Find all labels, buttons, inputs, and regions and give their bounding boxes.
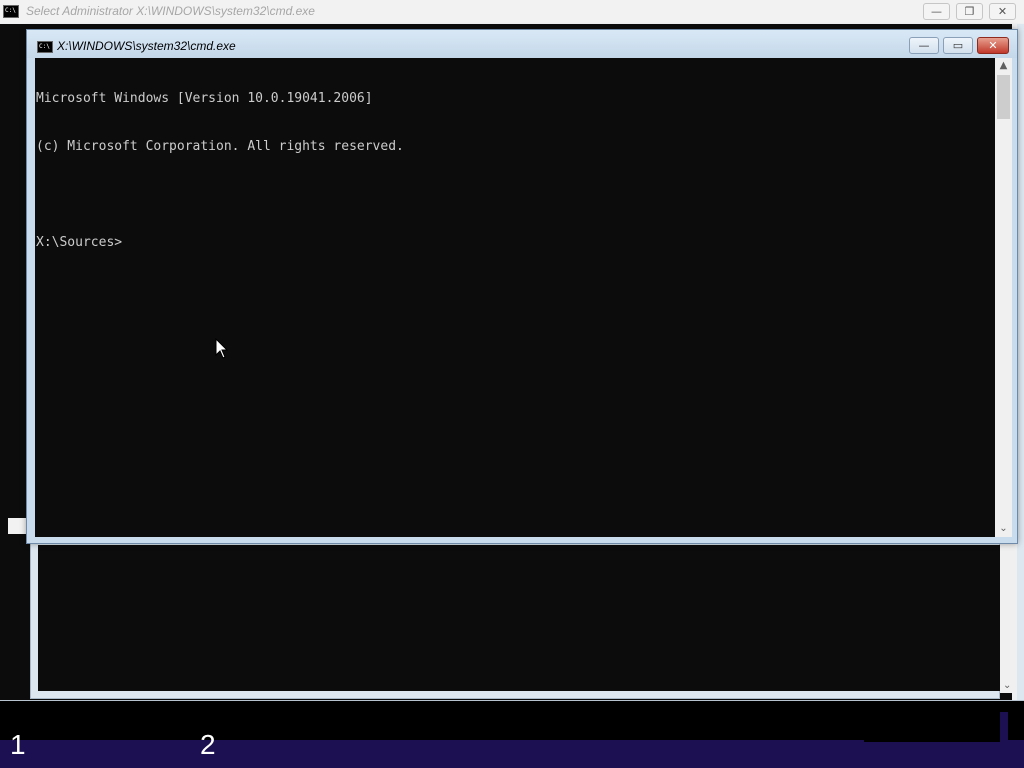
background-window-border: [1017, 24, 1024, 700]
background-minimize-button[interactable]: —: [923, 3, 950, 20]
screen-artifact: [8, 518, 28, 534]
mouse-pointer-icon: [215, 338, 229, 359]
bottom-label-1: 1: [10, 729, 26, 760]
minimize-icon: —: [918, 39, 930, 52]
restore-icon: ❐: [964, 5, 975, 18]
screen-artifact: [864, 727, 1000, 742]
console-line: (c) Microsoft Corporation. All rights re…: [36, 139, 404, 154]
cmd-icon: C:\: [3, 5, 19, 18]
window-title: X:\WINDOWS\system32\cmd.exe: [57, 39, 236, 53]
screen-artifact: [1000, 712, 1008, 742]
close-button[interactable]: ✕: [977, 37, 1009, 54]
maximize-icon: ▭: [952, 39, 964, 52]
background-window-title: Select Administrator X:\WINDOWS\system32…: [26, 4, 315, 18]
scroll-up-icon[interactable]: ▲: [995, 58, 1012, 74]
scroll-down-icon[interactable]: ⌄: [995, 521, 1012, 537]
background-restore-button[interactable]: ❐: [956, 3, 983, 20]
command-prompt[interactable]: X:\Sources>: [36, 235, 995, 251]
background-scrollbar[interactable]: ⌄: [1000, 543, 1017, 693]
background-window-titlebar[interactable]: C:\ Select Administrator X:\WINDOWS\syst…: [0, 0, 1024, 23]
background-console-lower[interactable]: [38, 545, 1000, 691]
cmd-window-titlebar[interactable]: C:\ X:\WINDOWS\system32\cmd.exe — ▭ ✕: [27, 30, 1017, 58]
console-output[interactable]: Microsoft Windows [Version 10.0.19041.20…: [35, 58, 995, 537]
close-icon: ✕: [988, 39, 998, 52]
cmd-window[interactable]: C:\ X:\WINDOWS\system32\cmd.exe — ▭ ✕ Mi…: [26, 29, 1018, 544]
maximize-button[interactable]: ▭: [943, 37, 973, 54]
scroll-down-icon[interactable]: ⌄: [1003, 680, 1011, 691]
bottom-label-2: 2: [200, 729, 216, 760]
close-icon: ✕: [997, 5, 1008, 18]
vertical-scrollbar[interactable]: ▲ ⌄: [995, 58, 1012, 537]
console-line: Microsoft Windows [Version 10.0.19041.20…: [36, 91, 373, 106]
background-close-button[interactable]: ✕: [989, 3, 1016, 20]
bottom-band: [0, 740, 1024, 768]
minimize-icon: —: [931, 5, 942, 18]
cmd-icon: C:\: [37, 41, 53, 53]
minimize-button[interactable]: —: [909, 37, 939, 54]
scrollbar-thumb[interactable]: [997, 75, 1010, 119]
